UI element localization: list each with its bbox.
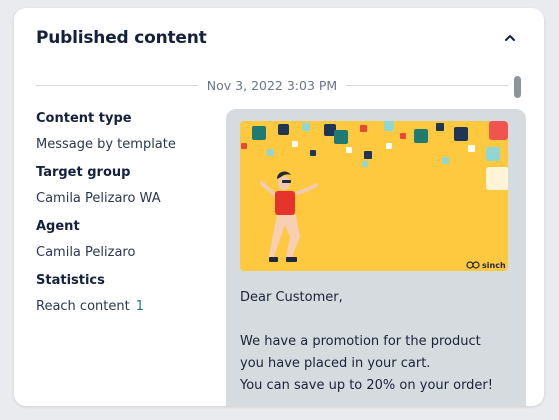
card-title: Published content xyxy=(36,28,207,48)
content-type-value: Message by template xyxy=(36,137,176,152)
message-line: Dear Customer, xyxy=(240,290,343,305)
chevron-up-icon xyxy=(505,35,515,41)
scrollbar-thumb[interactable] xyxy=(514,76,521,98)
sinch-logo-text: sinch xyxy=(482,261,506,270)
reach-content-count: 1 xyxy=(135,299,144,314)
reach-content-label: Reach content xyxy=(36,299,130,314)
message-text: Dear Customer, We have a promotion for t… xyxy=(240,287,520,397)
agent-value: Camila Pelizaro xyxy=(36,245,136,260)
agent-label: Agent xyxy=(36,219,80,234)
promo-illustration: sinch xyxy=(241,121,508,270)
message-line: We have a promotion for the product xyxy=(240,334,481,349)
content-details: Content type Message by template Target … xyxy=(36,110,226,326)
target-group-value: Camila Pelizaro WA xyxy=(36,191,161,206)
promo-banner-image: sinch xyxy=(240,121,508,271)
reach-content-stat: Reach content 1 xyxy=(36,298,226,316)
sinch-logo: sinch xyxy=(466,261,506,270)
timestamp: Nov 3, 2022 3:03 PM xyxy=(206,77,338,93)
message-line: You can save up to 20% on your order! xyxy=(240,378,493,393)
divider-line-right xyxy=(346,84,509,86)
message-bubble: sinch Dear Customer, We have a promotion… xyxy=(226,109,526,406)
content-type-label: Content type xyxy=(36,111,132,126)
target-group-label: Target group xyxy=(36,165,131,180)
message-line: you have placed in your cart. xyxy=(240,356,431,371)
card-header[interactable]: Published content xyxy=(36,26,522,50)
dancer-illustration xyxy=(260,171,318,262)
divider-line-left xyxy=(36,84,198,86)
published-content-card: Published content Nov 3, 2022 3:03 PM Co… xyxy=(14,8,544,406)
timestamp-divider: Nov 3, 2022 3:03 PM xyxy=(36,76,509,94)
collapse-button[interactable] xyxy=(498,26,522,50)
statistics-label: Statistics xyxy=(36,273,105,288)
